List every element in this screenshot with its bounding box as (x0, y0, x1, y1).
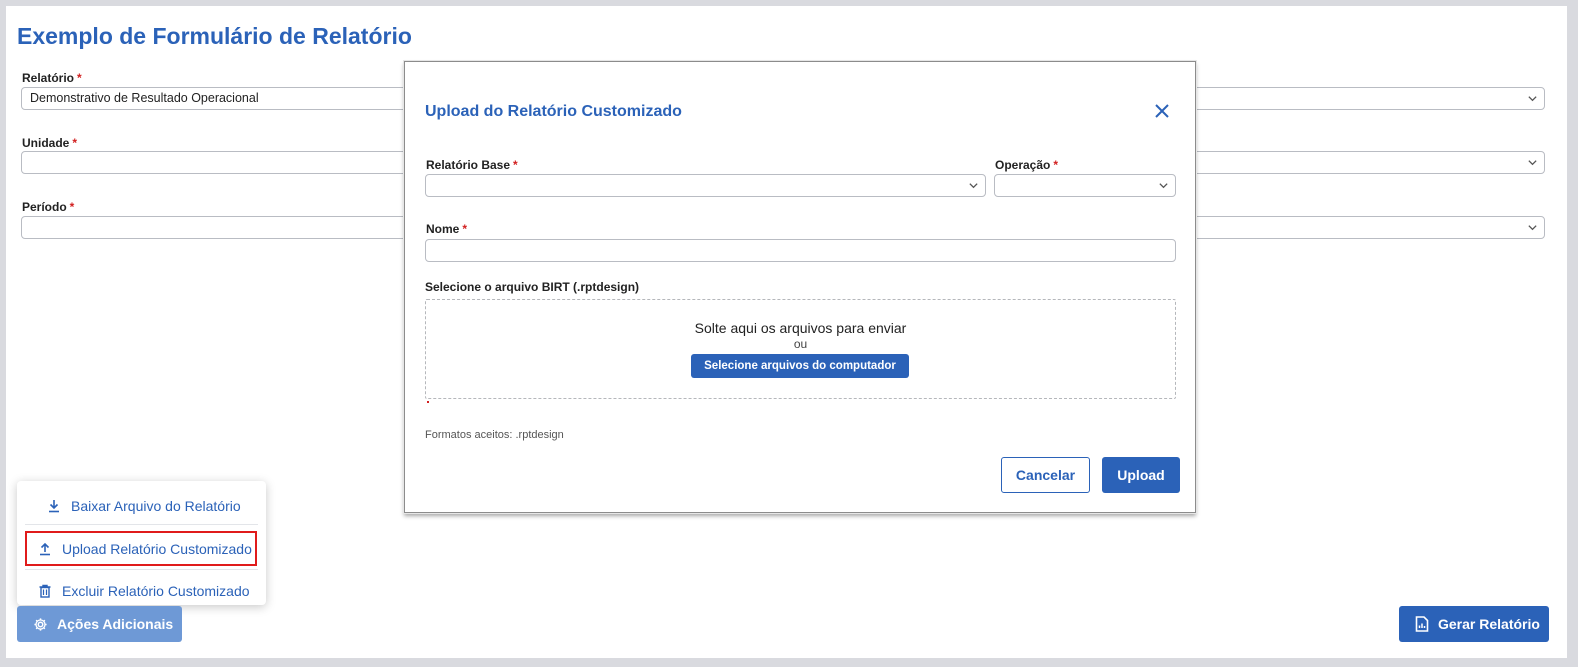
menu-item-upload-relatorio[interactable]: Upload Relatório Customizado (25, 531, 257, 566)
relatorio-label-text: Relatório (22, 71, 75, 85)
close-icon[interactable] (1153, 102, 1171, 120)
required-mark: * (72, 136, 78, 150)
unidade-label-text: Unidade (22, 136, 70, 150)
menu-item-label: Upload Relatório Customizado (62, 540, 252, 557)
operacao-label: Operação * (995, 158, 1058, 172)
relatorio-select-value: Demonstrativo de Resultado Operacional (30, 91, 259, 105)
menu-divider (25, 524, 258, 525)
chevron-down-icon (1528, 96, 1537, 102)
accepted-formats: Formatos aceitos: .rptdesign (425, 429, 564, 441)
upload-modal: Upload do Relatório Customizado Relatóri… (404, 61, 1196, 513)
nome-input[interactable] (425, 239, 1176, 262)
relatorio-label: Relatório * (22, 71, 82, 85)
upload-icon (40, 542, 50, 555)
menu-divider (25, 569, 258, 570)
validation-marker (427, 401, 429, 403)
nome-label-text: Nome (426, 222, 460, 236)
chevron-down-icon (1159, 183, 1168, 189)
chevron-down-icon (1528, 160, 1537, 166)
dropzone-or: ou (793, 337, 808, 351)
trash-icon (39, 584, 51, 598)
select-files-button[interactable]: Selecione arquivos do computador (691, 354, 909, 378)
required-mark: * (513, 158, 518, 172)
menu-item-label: Baixar Arquivo do Relatório (71, 498, 241, 514)
download-icon (49, 500, 59, 513)
modal-title: Upload do Relatório Customizado (425, 103, 682, 120)
periodo-label: Período * (22, 200, 74, 214)
menu-item-label: Excluir Relatório Customizado (62, 583, 250, 599)
required-mark: * (69, 200, 75, 214)
file-label: Selecione o arquivo BIRT (.rptdesign) (425, 280, 640, 294)
file-report-icon (1415, 616, 1429, 632)
relatorio-base-label: Relatório Base * (426, 158, 518, 172)
page-title: Exemplo de Formulário de Relatório (17, 23, 412, 49)
file-dropzone[interactable]: Solte aqui os arquivos para enviar ou Se… (425, 299, 1176, 399)
gerar-relatorio-label: Gerar Relatório (1438, 616, 1540, 632)
dropzone-text: Solte aqui os arquivos para enviar (694, 320, 907, 336)
relatorio-base-select[interactable] (425, 174, 986, 197)
nome-label: Nome * (426, 222, 467, 236)
relatorio-base-label-text: Relatório Base (426, 158, 511, 172)
cancel-button[interactable]: Cancelar (1001, 457, 1090, 493)
acoes-adicionais-label: Ações Adicionais (57, 616, 174, 632)
acoes-adicionais-button[interactable]: Ações Adicionais (17, 606, 182, 642)
unidade-label: Unidade * (22, 136, 77, 150)
required-mark: * (462, 222, 468, 236)
required-mark: * (77, 71, 82, 85)
gear-icon (34, 617, 47, 631)
required-mark: * (1053, 158, 1059, 172)
chevron-down-icon (1528, 225, 1537, 231)
upload-button[interactable]: Upload (1102, 457, 1180, 493)
menu-item-excluir-relatorio[interactable]: Excluir Relatório Customizado (17, 571, 266, 611)
chevron-down-icon (969, 183, 978, 189)
operacao-label-text: Operação (995, 158, 1051, 172)
menu-item-baixar-arquivo[interactable]: Baixar Arquivo do Relatório (17, 486, 266, 526)
periodo-label-text: Período (22, 200, 67, 214)
gerar-relatorio-button[interactable]: Gerar Relatório (1399, 606, 1549, 642)
operacao-select[interactable] (994, 174, 1176, 197)
acoes-adicionais-menu: Baixar Arquivo do Relatório Upload Relat… (17, 481, 266, 605)
